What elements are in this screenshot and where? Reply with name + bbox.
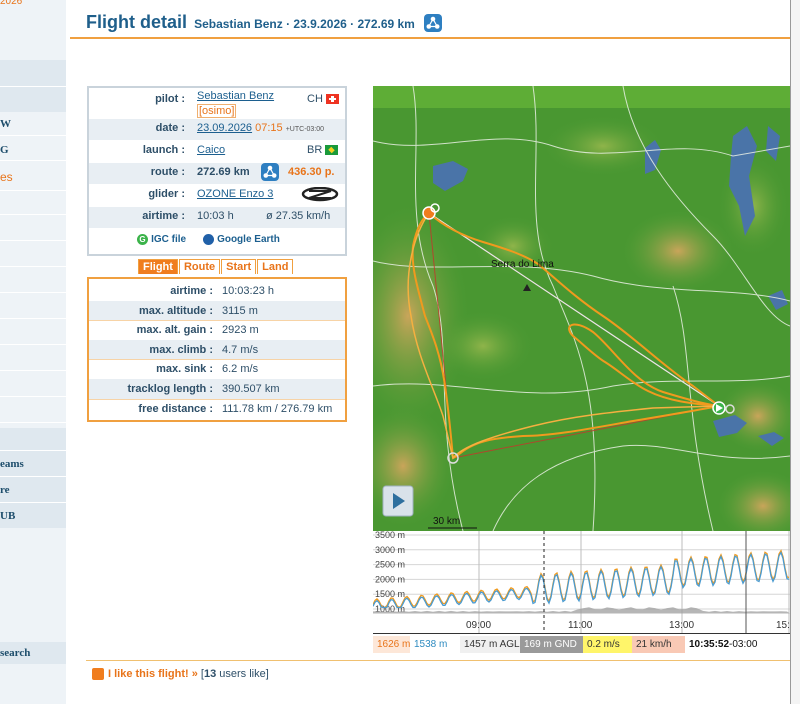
glider-link[interactable]: OZONE Enzo 3 [197,188,273,200]
like-section: I like this flight! » [13 users like] [92,668,269,681]
route-type-icon [261,163,279,181]
avg-speed: ø 27.35 km/h [266,210,331,222]
town-label: Serra do Lima [491,259,554,270]
pilot-row: pilot : Sebastian Benz [osimo] CH [89,90,345,118]
sidebar-year: 2026 [0,0,23,7]
page-subtitle: Sebastian Benz · 23.9.2026 · 272.69 km [194,17,415,31]
stats-row: airtime :10:03:23 h [89,281,345,302]
date-row: date : 23.09.2026 07:15 +UTC-03:00 [89,119,345,140]
flight-info-card: pilot : Sebastian Benz [osimo] CH date :… [87,86,347,256]
profile-y-label: 2500 m [375,560,405,570]
stats-row: max. alt. gain :2923 m [89,320,345,341]
launch-country: BR [307,144,323,156]
vario-value: 0.2 m/s [583,636,632,653]
page-title: Flight detail [86,12,187,32]
sidebar-item-more[interactable]: re [0,484,10,496]
sidebar-item-teams[interactable]: eams [0,458,24,470]
brazil-flag-icon [325,145,339,156]
like-button[interactable]: I like this flight! » [108,668,198,680]
route-row: route : 272.69 km 436.30 p. [89,163,345,184]
left-navigation: 2026 W G es eams re UB search [0,0,66,704]
pilot-nickname-link[interactable]: [osimo] [197,104,237,118]
turnpoint-marker[interactable] [422,206,436,220]
launch-link[interactable]: Caico [197,144,225,156]
google-earth-link[interactable]: Google Earth [217,234,280,245]
stats-row: max. altitude :3115 m [89,300,345,322]
map-canvas[interactable]: Serra do Lima 30 km [373,86,790,531]
flight-map[interactable]: Serra do Lima 30 km [373,86,790,531]
route-distance: 272.69 km [197,166,250,178]
tab-land[interactable]: Land [257,259,294,274]
google-earth-icon [203,233,214,245]
altitude-chart[interactable]: 3500 m3000 m2500 m2000 m1500 m1000 m09:0… [372,530,800,635]
stats-row: max. climb :4.7 m/s [89,339,345,361]
time-value: 10:35:52 [689,639,730,650]
speed-value: 21 km/h [632,636,685,653]
profile-y-label: 1500 m [375,589,405,599]
detail-tabs: Flight Route Start Land [138,259,294,274]
swiss-flag-icon [325,94,339,105]
pilot-country: CH [307,93,323,105]
profile-x-label: 11:00 [568,620,593,631]
glider-row: glider : OZONE Enzo 3 [89,185,345,206]
profile-x-label: 09:00 [466,620,491,631]
profile-x-label: 13:00 [669,620,694,631]
stats-row: max. sink :6.2 m/s [89,359,345,380]
stats-row: tracklog length :390.507 km [89,379,345,400]
sidebar-item-search[interactable]: search [0,647,30,659]
date-link[interactable]: 23.09.2026 [197,122,252,134]
launch-time: 07:15 [255,122,283,134]
profile-y-label: 2000 m [375,574,405,584]
downloads-row: G IGC file Google Earth [89,231,345,252]
tab-flight[interactable]: Flight [138,259,178,274]
airtime-row: airtime : 10:03 h ø 27.35 km/h [89,207,345,228]
like-icon [92,668,104,681]
pilot-link[interactable]: Sebastian Benz [197,90,274,102]
page-header: Flight detail Sebastian Benz · 23.9.2026… [86,12,442,34]
ground-altitude-value: 169 m GND [520,636,583,653]
map-scale-label: 30 km [433,516,460,527]
altitude-gps-value: 1626 m [373,636,410,653]
timezone: +UTC-03:00 [285,126,325,133]
profile-x-label: 15:00 [776,620,790,631]
tab-route[interactable]: Route [178,259,221,274]
profile-y-label: 3500 m [375,531,405,540]
route-points: 436.30 p. [288,166,335,178]
altitude-baro-value: 1538 m [410,636,460,653]
ozone-logo-icon [301,186,339,206]
route-type-icon [423,14,442,33]
time-timezone: -03:00 [729,639,758,650]
header-divider [70,37,790,39]
launch-row: launch : Caico BR [89,141,345,162]
scrollbar[interactable] [790,0,800,704]
like-count: 13 [203,668,217,680]
sidebar-item-active[interactable]: es [0,170,13,184]
profile-y-label: 3000 m [375,545,405,555]
sidebar-item-w[interactable]: W [0,118,11,130]
altitude-agl-value: 1457 m AGL [460,636,520,653]
flight-stats-table: airtime :10:03:23 h max. altitude :3115 … [87,277,347,422]
stats-row: free distance :111.78 km / 276.79 km [138,402,333,415]
sidebar-item-g[interactable]: G [0,144,9,156]
igc-file-link[interactable]: IGC file [151,234,186,245]
sidebar-item-club[interactable]: UB [0,510,15,522]
igc-file-icon: G [137,233,148,245]
profile-legend: 1626 m 1538 m 1457 m AGL 169 m GND 0.2 m… [373,636,790,653]
tab-start[interactable]: Start [221,259,257,274]
